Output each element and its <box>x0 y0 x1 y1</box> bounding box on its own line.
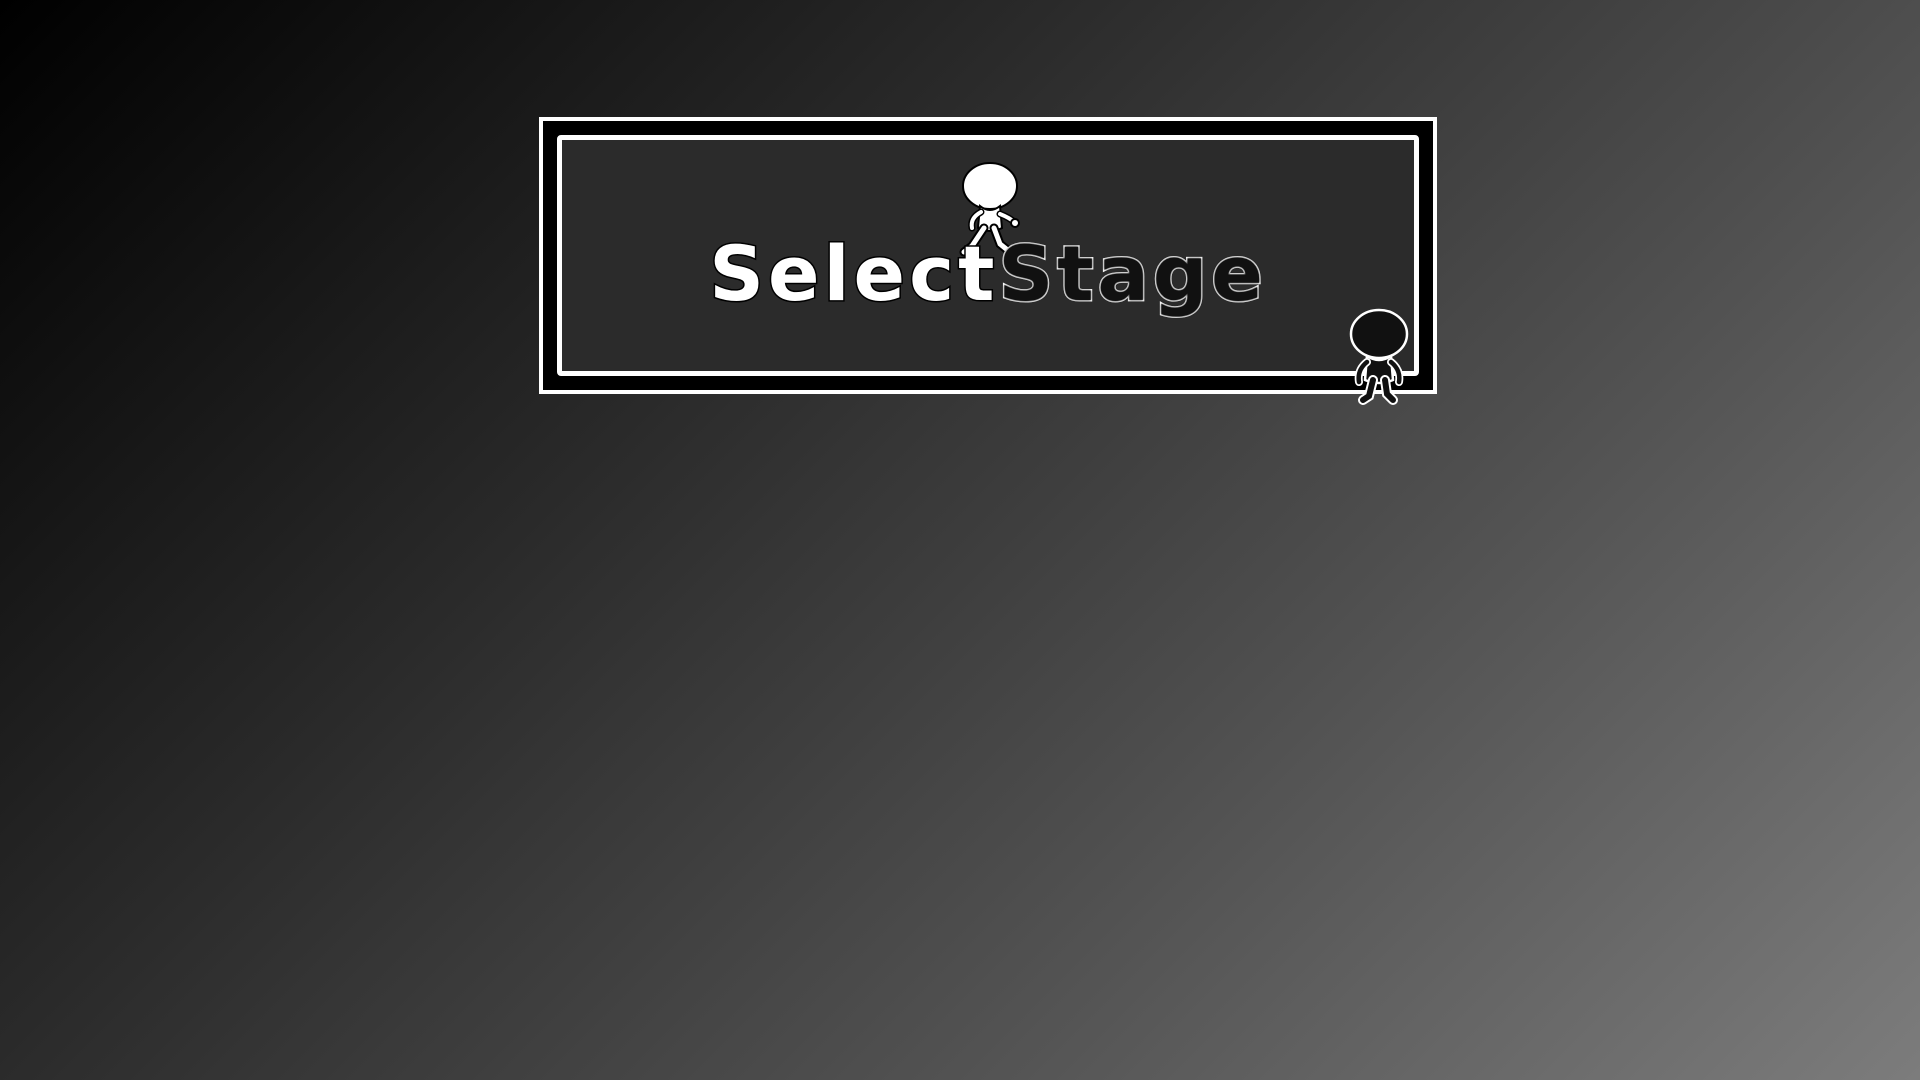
title-banner: SelectStage <box>539 117 1437 405</box>
title-word-stage: Stage <box>997 229 1267 318</box>
page-title: SelectStage <box>562 234 1414 313</box>
black-standing-character-icon <box>1349 308 1409 405</box>
title-banner-inner: SelectStage <box>557 135 1419 405</box>
title-word-select: Select <box>708 229 999 318</box>
